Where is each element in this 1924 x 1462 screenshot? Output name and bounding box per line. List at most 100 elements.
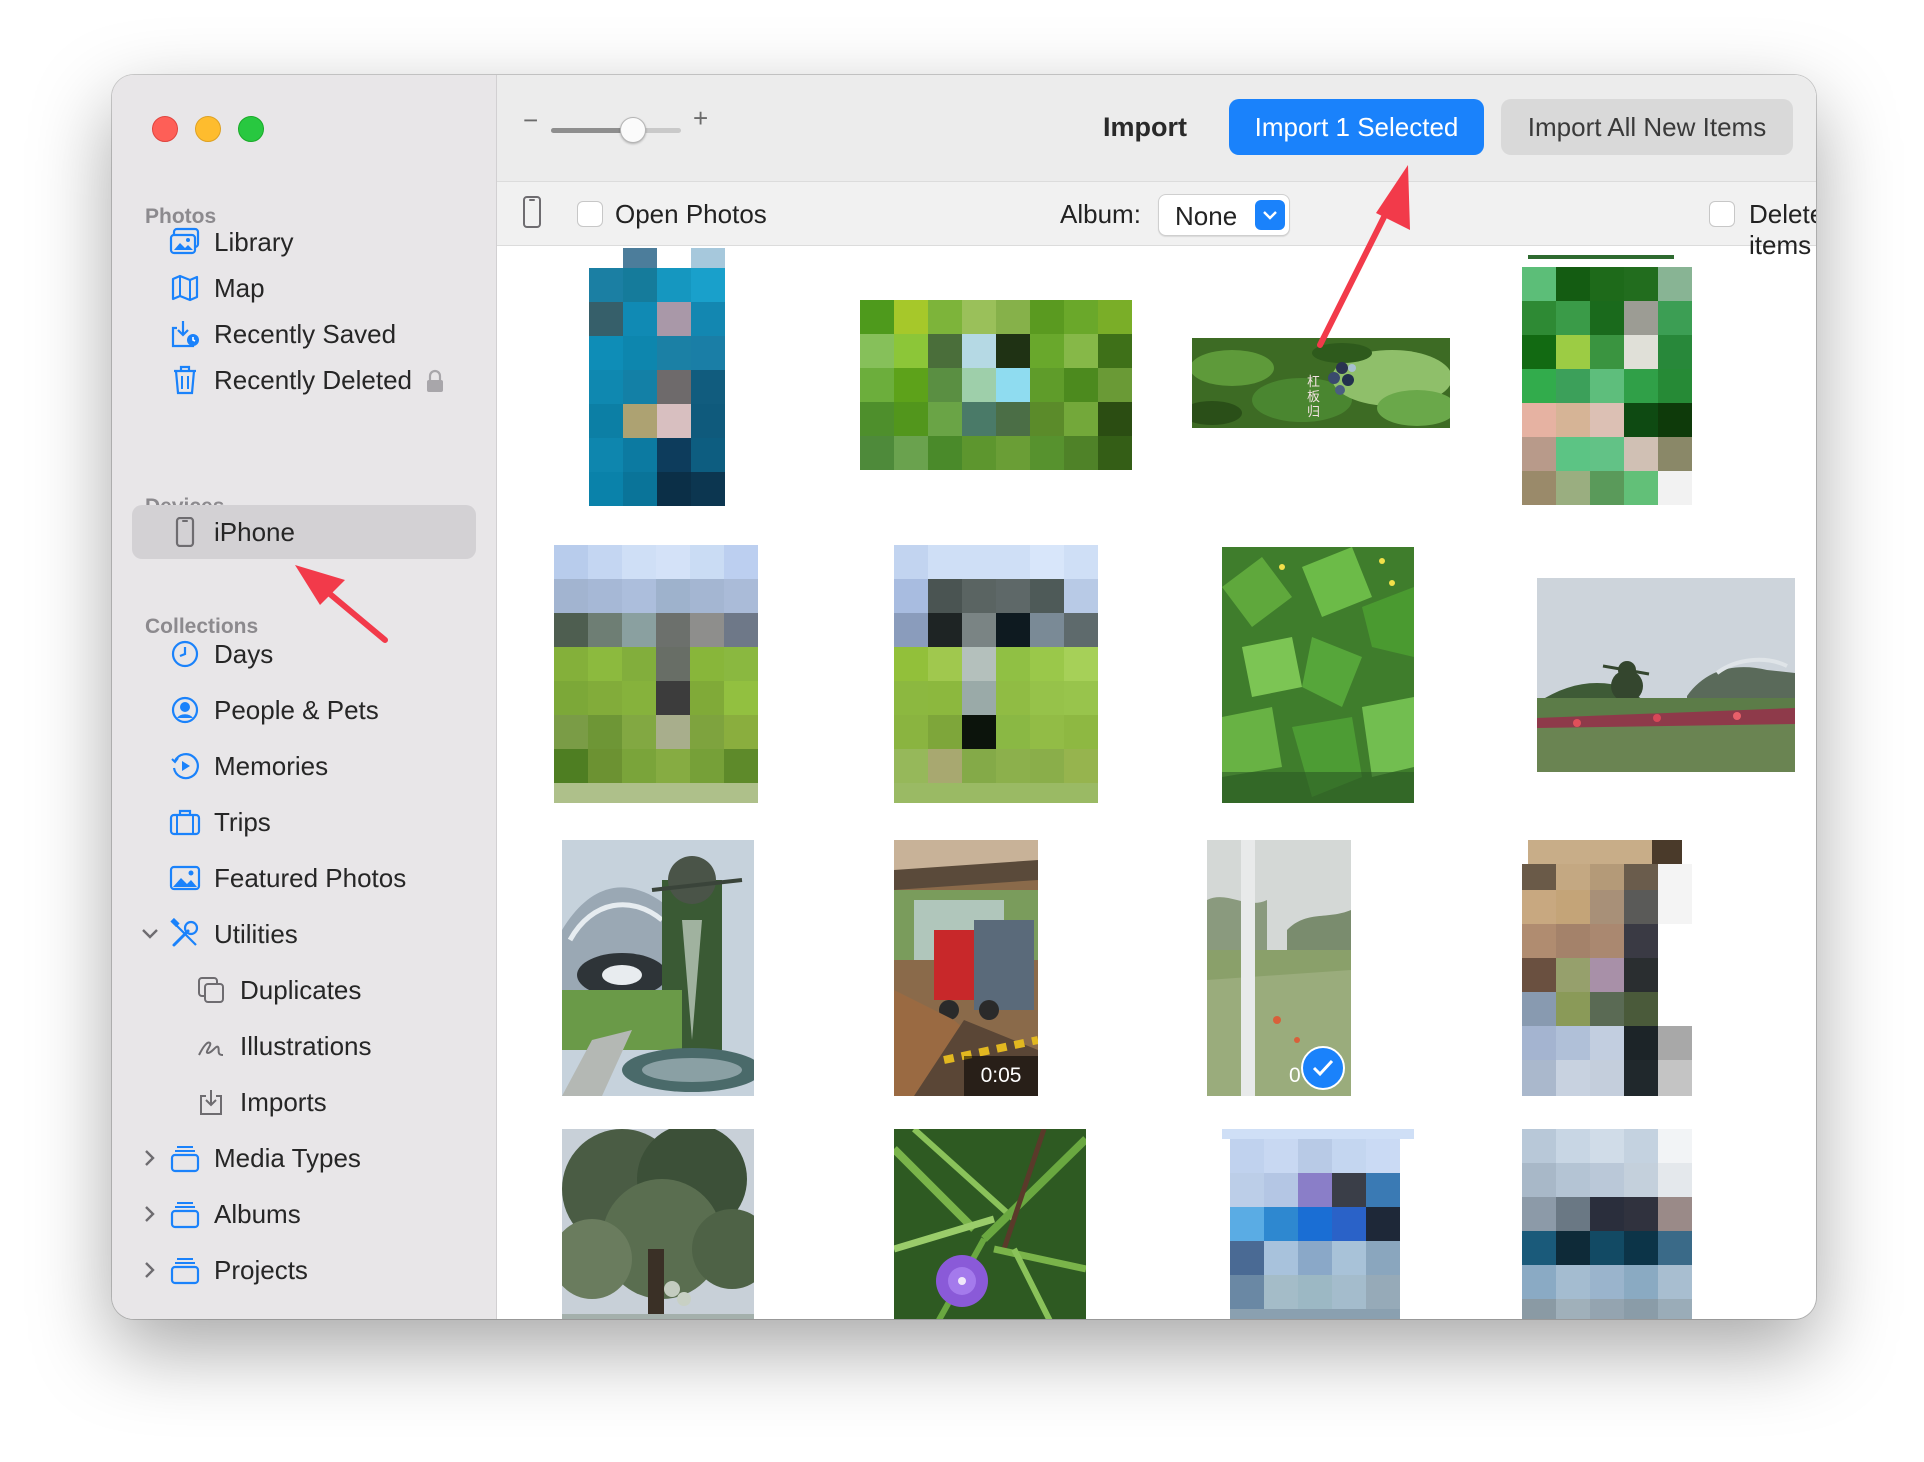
video-duration: 0	[1289, 1064, 1301, 1087]
photos-import-window: Photos Library Map Recently Saved Recent…	[112, 75, 1816, 1319]
sidebar-item-illustrations[interactable]: Illustrations	[132, 1019, 476, 1073]
chevron-right-icon[interactable]	[140, 1146, 160, 1170]
sidebar-item-label: Trips	[214, 806, 271, 837]
sidebar-item-imports[interactable]: Imports	[132, 1075, 476, 1129]
chevron-right-icon[interactable]	[140, 1202, 160, 1226]
clock-icon	[168, 637, 202, 671]
illustrations-icon	[194, 1029, 228, 1063]
fullscreen-button[interactable]	[238, 116, 264, 142]
chevron-right-icon[interactable]	[140, 1258, 160, 1282]
album-dropdown[interactable]: None	[1158, 194, 1290, 236]
person-icon	[168, 693, 202, 727]
chevron-down-icon[interactable]	[140, 922, 160, 946]
sidebar-item-trips[interactable]: Trips	[132, 795, 476, 849]
zoom-slider-thumb[interactable]	[619, 117, 646, 143]
album-label: Album:	[1060, 199, 1141, 229]
featured-photos-icon	[168, 861, 202, 895]
svg-text:归: 归	[1307, 405, 1320, 420]
photo-thumbnail[interactable]	[860, 300, 1132, 470]
sidebar-item-label: People & Pets	[214, 694, 379, 725]
stack-icon	[168, 1141, 202, 1175]
sidebar-item-label: Map	[214, 272, 265, 303]
selected-checkmark-icon[interactable]	[1301, 1046, 1345, 1090]
zoom-out-icon[interactable]: −	[523, 105, 538, 136]
sidebar-item-label: Albums	[214, 1198, 301, 1229]
sidebar-item-label: Utilities	[214, 918, 298, 949]
photo-thumbnail[interactable]	[1222, 1129, 1414, 1319]
photo-thumbnail[interactable]	[894, 545, 1098, 803]
memories-icon	[168, 749, 202, 783]
open-photos-checkbox[interactable]	[577, 201, 603, 227]
recently-saved-icon	[168, 317, 202, 351]
sidebar-item-media-types[interactable]: Media Types	[132, 1131, 476, 1185]
sidebar-item-label: Recently Saved	[214, 318, 397, 349]
photo-thumbnail[interactable]	[562, 1129, 754, 1319]
import-selected-button[interactable]: Import 1 Selected	[1229, 99, 1484, 155]
sidebar-item-iphone[interactable]: iPhone	[132, 505, 476, 559]
sidebar-item-albums[interactable]: Albums	[132, 1187, 476, 1241]
photo-thumbnail[interactable]	[1222, 547, 1414, 803]
photo-thumbnail[interactable]	[894, 1129, 1086, 1319]
sidebar-item-label: Duplicates	[240, 974, 362, 1005]
suitcase-icon	[168, 805, 202, 839]
close-button[interactable]	[152, 116, 178, 142]
video-duration: 0:05	[964, 1056, 1038, 1096]
sidebar-item-label: Recently Deleted	[214, 364, 412, 395]
delete-items-checkbox[interactable]	[1709, 201, 1735, 227]
photo-watermark: 杠	[1307, 374, 1320, 390]
photo-thumbnail[interactable]	[554, 545, 758, 803]
photo-thumbnail[interactable]	[562, 840, 754, 1096]
library-icon	[168, 225, 202, 259]
photo-thumbnail[interactable]	[1537, 578, 1795, 772]
page-title: Import	[1103, 112, 1187, 142]
photo-grid: 杠 板 归 0:05 0	[497, 245, 1816, 1319]
video-thumbnail[interactable]: 0:05	[894, 840, 1038, 1096]
zoom-in-icon[interactable]: +	[693, 103, 708, 134]
sidebar-item-memories[interactable]: Memories	[132, 739, 476, 793]
photo-thumbnail[interactable]	[589, 248, 725, 506]
photo-thumbnail[interactable]	[1522, 840, 1692, 1096]
iphone-icon	[168, 515, 202, 549]
toolbar: − + Import Import 1 Selected Import All …	[497, 75, 1816, 181]
stack-icon	[168, 1197, 202, 1231]
photo-thumbnail[interactable]	[1522, 255, 1692, 507]
zoom-slider[interactable]	[551, 117, 681, 143]
sidebar-item-label: Imports	[240, 1086, 327, 1117]
import-pane: − + Import Import 1 Selected Import All …	[497, 75, 1816, 1319]
open-photos-label: Open Photos	[615, 199, 767, 229]
sidebar-item-label: iPhone	[214, 516, 295, 547]
svg-text:板: 板	[1307, 390, 1320, 405]
album-dropdown-value: None	[1175, 201, 1238, 231]
sidebar-item-utilities[interactable]: Utilities	[132, 907, 476, 961]
sidebar-item-label: Days	[214, 638, 274, 669]
photo-thumbnail[interactable]	[1522, 1129, 1692, 1319]
trash-icon	[168, 363, 202, 397]
stack-icon	[168, 1253, 202, 1287]
sidebar-item-days[interactable]: Days	[132, 627, 476, 681]
sidebar-item-label: Library	[214, 226, 294, 257]
minimize-button[interactable]	[195, 116, 221, 142]
window-controls	[152, 116, 264, 142]
lock-icon	[426, 367, 446, 393]
sidebar-item-people-pets[interactable]: People & Pets	[132, 683, 476, 737]
sidebar-item-label: Media Types	[214, 1142, 361, 1173]
sidebar-item-label: Illustrations	[240, 1030, 372, 1061]
sidebar: Photos Library Map Recently Saved Recent…	[112, 75, 497, 1319]
photo-thumbnail[interactable]: 杠 板 归	[1192, 338, 1450, 428]
sidebar-item-recently-deleted[interactable]: Recently Deleted	[132, 353, 476, 407]
iphone-icon	[522, 196, 542, 233]
video-thumbnail-selected[interactable]: 0	[1207, 840, 1351, 1096]
sidebar-item-label: Projects	[214, 1254, 308, 1285]
sidebar-item-featured-photos[interactable]: Featured Photos	[132, 851, 476, 905]
imports-icon	[194, 1085, 228, 1119]
chevron-down-icon	[1255, 200, 1285, 230]
sidebar-item-projects[interactable]: Projects	[132, 1243, 476, 1297]
duplicates-icon	[194, 973, 228, 1007]
map-icon	[168, 271, 202, 305]
import-options-bar: Open Photos Album: None Delete items	[497, 181, 1816, 260]
import-all-new-items-button[interactable]: Import All New Items	[1501, 99, 1793, 155]
tools-icon	[168, 917, 202, 951]
sidebar-item-label: Featured Photos	[214, 862, 407, 893]
sidebar-item-label: Memories	[214, 750, 329, 781]
sidebar-item-duplicates[interactable]: Duplicates	[132, 963, 476, 1017]
